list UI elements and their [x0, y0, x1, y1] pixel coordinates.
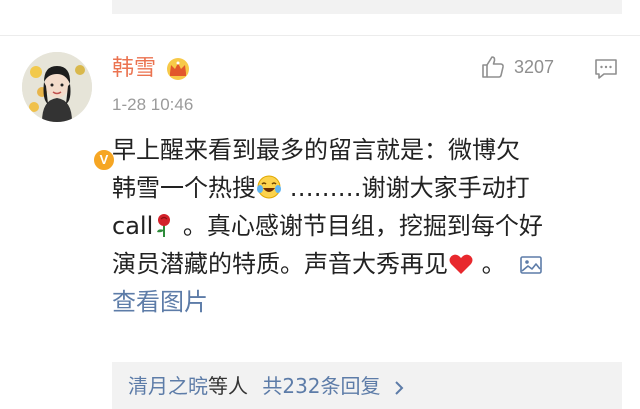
chevron-right-icon	[395, 380, 404, 395]
comment-content: 早上醒来看到最多的留言就是：微博欠 韩雪一个热搜 ………谢谢大家手动打 call…	[112, 131, 622, 321]
previous-reply-box	[112, 0, 622, 14]
content-line: 韩雪一个热搜	[112, 174, 256, 202]
rose-emoji	[157, 214, 171, 237]
content-line: ………谢谢大家手动打	[282, 174, 530, 202]
reply-summary[interactable]: 清月之晥等人 共232条回复	[112, 362, 622, 409]
comment-icon[interactable]	[594, 57, 618, 81]
view-image-link[interactable]: 查看图片	[112, 288, 208, 316]
like-button[interactable]: 3207	[480, 54, 554, 80]
previous-comment-strip	[0, 0, 640, 36]
content-line: 。真心感谢节目组，挖掘到每个好	[175, 212, 543, 240]
divider	[0, 35, 640, 36]
user-name[interactable]: 韩雪	[112, 54, 156, 84]
thumbs-up-icon	[482, 56, 504, 78]
avatar-image	[22, 52, 92, 122]
tears-of-joy-emoji	[257, 175, 281, 199]
content-line: 演员潜藏的特质。声音大秀再见	[112, 250, 448, 278]
reply-summary-line: 清月之晥等人 共232条回复	[128, 372, 405, 400]
image-icon[interactable]	[519, 254, 543, 276]
comment-time: 1-28 10:46	[112, 95, 194, 114]
reply-total-link[interactable]: 共232条回复	[262, 374, 380, 398]
name-row: 韩雪	[112, 54, 192, 84]
reply-user-names[interactable]: 清月之晥	[128, 374, 208, 398]
like-count: 3207	[514, 56, 555, 77]
reply-and-others: 等人	[208, 374, 248, 398]
content-line: 。	[474, 250, 506, 278]
crown-icon[interactable]	[164, 57, 192, 81]
content-line: 早上醒来看到最多的留言就是：微博欠	[112, 136, 520, 164]
avatar[interactable]: V	[22, 52, 116, 172]
red-heart-emoji	[449, 254, 473, 274]
content-line: call	[112, 212, 154, 240]
